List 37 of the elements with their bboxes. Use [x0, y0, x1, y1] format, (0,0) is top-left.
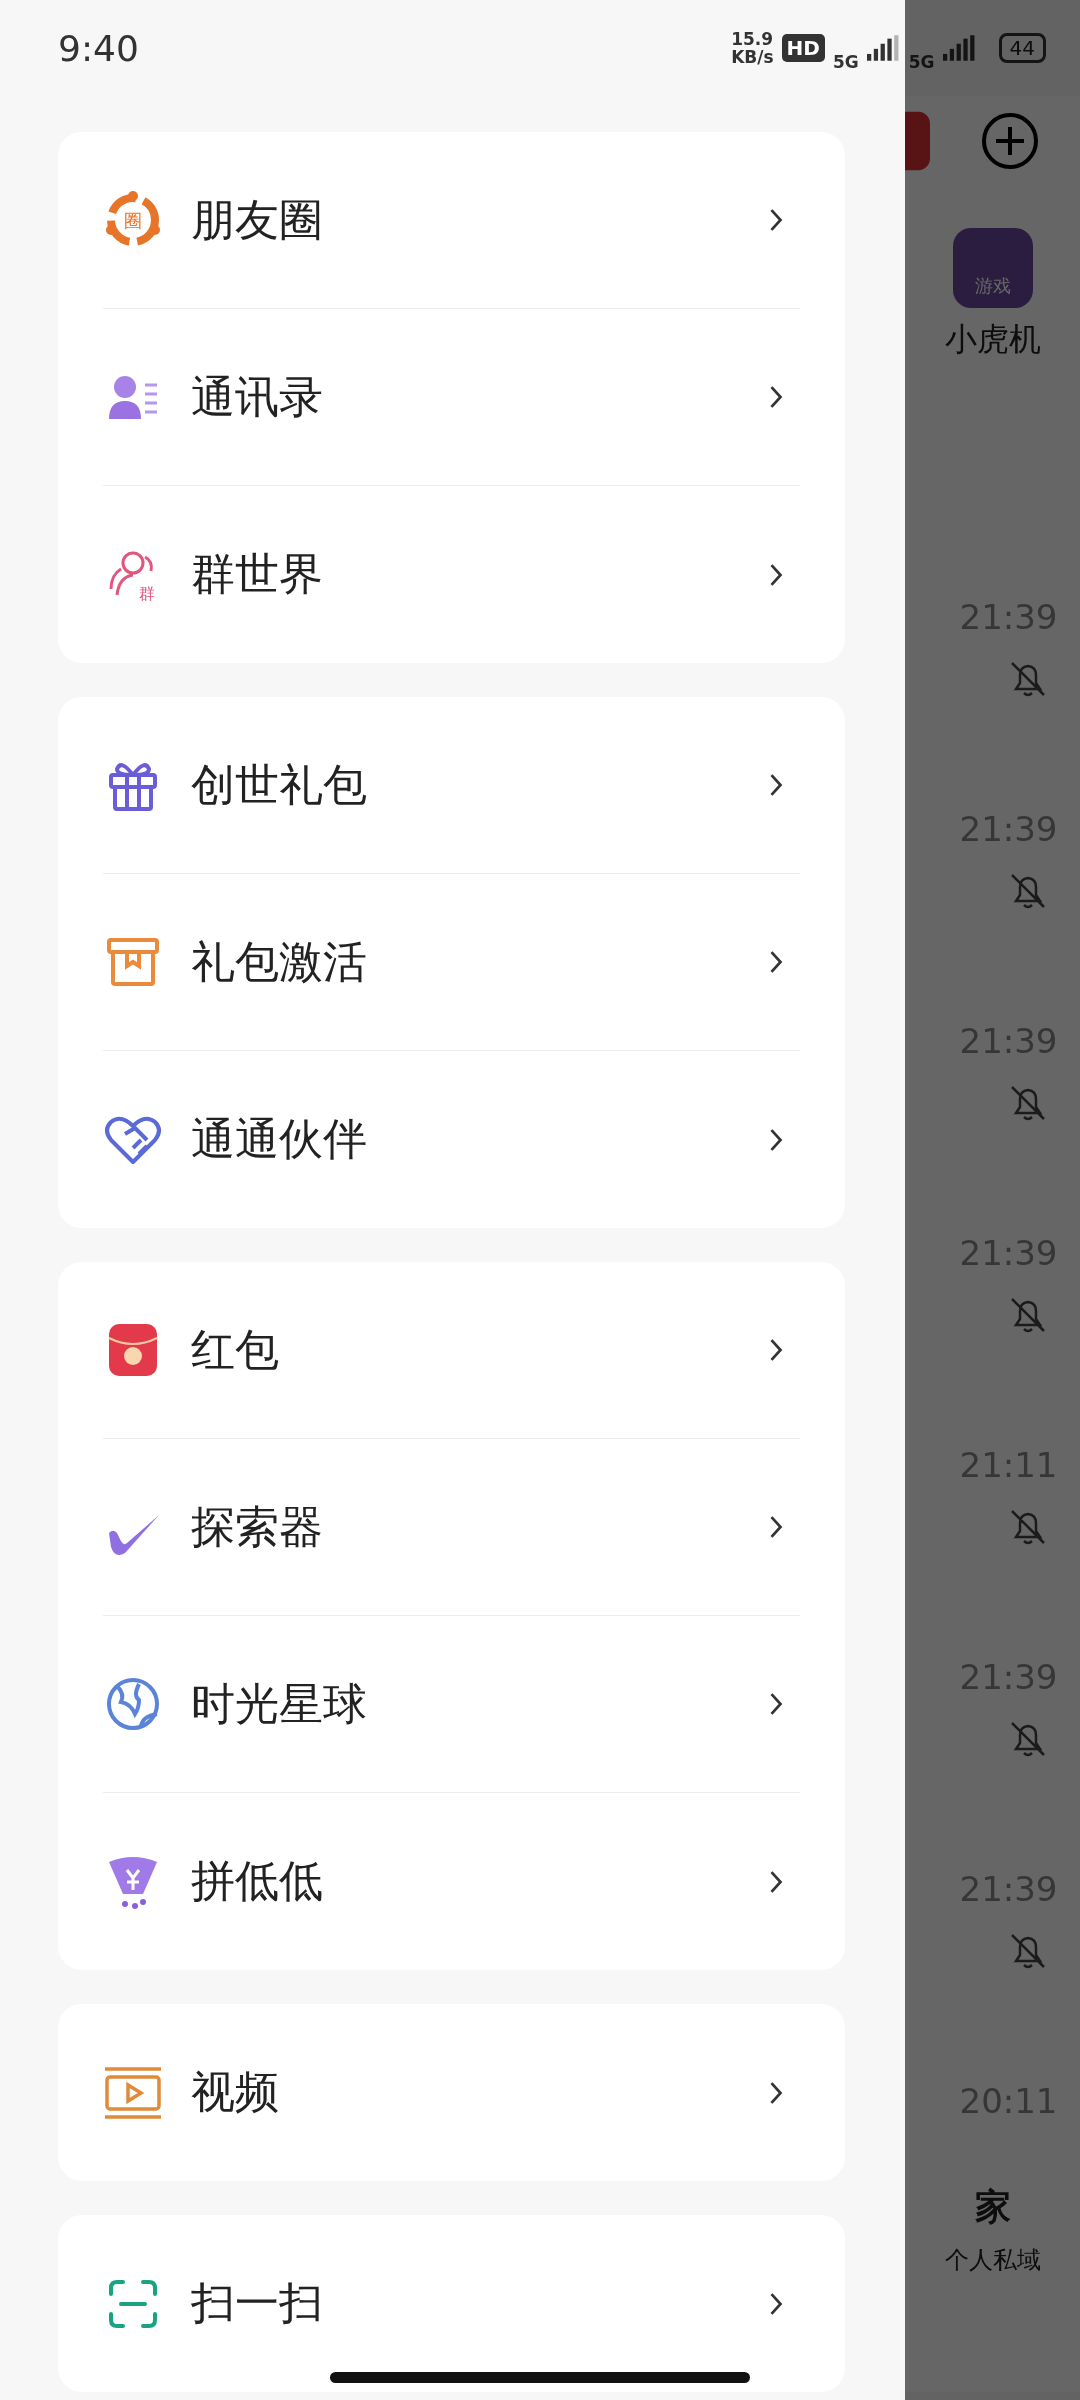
menu-label: 礼包激活 [191, 934, 368, 989]
menu-label: 扫一扫 [191, 2276, 324, 2330]
network-type: 5G [908, 52, 935, 72]
battery-indicator: 44 [998, 33, 1046, 63]
menu-label: 红包 [191, 1322, 280, 1377]
menu-item[interactable]: 礼包激活 [103, 874, 800, 1051]
menu-item[interactable]: 视频 [103, 2004, 800, 2181]
menu-item[interactable]: 圈 朋友圈 [103, 132, 800, 309]
menu-item[interactable]: 时光星球 [103, 1616, 800, 1793]
network-type: 5G [832, 52, 859, 72]
menu-label: 拼低低 [191, 1854, 324, 1908]
menu-label: 朋友圈 [191, 192, 324, 247]
menu-label: 通通伙伴 [191, 1112, 368, 1166]
hd-badge: HD [781, 34, 825, 62]
menu-item[interactable]: 拼低低 [103, 1793, 800, 1970]
app-name: 小虎机 [944, 319, 1041, 360]
menu-item[interactable]: 探索器 [103, 1439, 800, 1616]
add-icon[interactable] [980, 111, 1040, 171]
menu-label: 时光星球 [191, 1676, 368, 1731]
menu-label: 创世礼包 [191, 757, 368, 812]
status-time: 9:40 [58, 27, 139, 69]
tab-subtitle: 个人私域 [944, 2245, 1041, 2276]
menu-item[interactable]: 扫一扫 [103, 2215, 800, 2392]
signal-icon [942, 34, 977, 62]
dim-overlay[interactable] [905, 0, 1080, 2400]
menu-item[interactable]: 通讯录 [103, 309, 800, 486]
menu-label: 探索器 [191, 1499, 324, 1554]
network-speed: 15.9 KB/s [731, 30, 774, 66]
signal-icon [866, 34, 901, 62]
menu-item[interactable]: 群 群世界 [103, 486, 800, 663]
menu-label: 通讯录 [191, 369, 324, 424]
menu-label: 群世界 [191, 547, 324, 601]
menu-item[interactable]: 红包 [103, 1262, 800, 1439]
menu-item[interactable]: 创世礼包 [103, 697, 800, 874]
menu-item[interactable]: 通通伙伴 [103, 1051, 800, 1228]
tab-title: 家 [974, 2185, 1011, 2229]
menu-label: 视频 [191, 2065, 280, 2119]
